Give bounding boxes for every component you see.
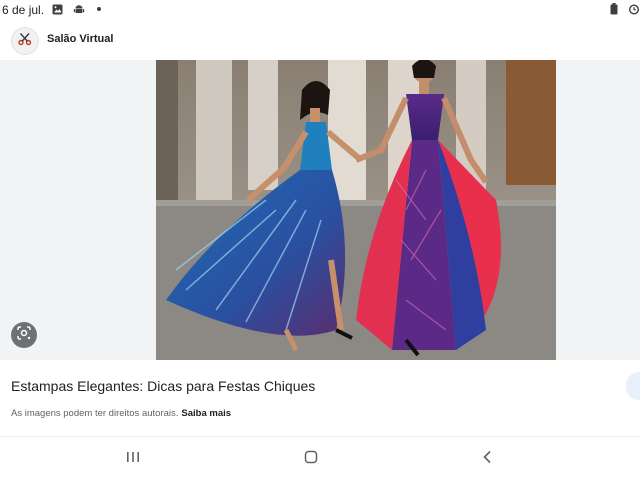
image-icon: [51, 3, 63, 15]
site-header: Salão Virtual: [0, 24, 640, 58]
status-icons-right: [608, 3, 640, 15]
page-title[interactable]: Estampas Elegantes: Dicas para Festas Ch…: [11, 378, 315, 394]
scissors-icon: [17, 31, 33, 52]
featured-image[interactable]: [156, 60, 556, 360]
dot-icon: [97, 7, 101, 11]
home-button[interactable]: [296, 447, 326, 471]
learn-more-link[interactable]: Saiba mais: [181, 408, 231, 419]
recents-button[interactable]: [118, 447, 148, 471]
lens-icon: [16, 325, 32, 346]
status-bar: 6 de jul.: [0, 0, 640, 20]
copyright-text: As imagens podem ter direitos autorais.: [11, 408, 179, 419]
android-icon: [73, 3, 85, 15]
recents-icon: [126, 450, 140, 468]
status-icons-left: [51, 3, 101, 15]
site-logo[interactable]: [11, 27, 39, 55]
copyright-note: As imagens podem ter direitos autorais. S…: [11, 408, 231, 419]
image-caption: Estampas Elegantes: Dicas para Festas Ch…: [0, 360, 640, 436]
image-viewer: [0, 60, 640, 360]
home-icon: [304, 450, 318, 469]
alarm-icon: [628, 3, 640, 15]
nav-bar: [0, 437, 640, 480]
lens-button[interactable]: [11, 322, 37, 348]
back-button[interactable]: [472, 447, 502, 471]
status-time: 6 de jul.: [2, 3, 45, 17]
battery-icon: [608, 3, 620, 15]
back-icon: [482, 450, 492, 469]
visit-chip[interactable]: [626, 372, 640, 400]
site-name[interactable]: Salão Virtual: [47, 33, 113, 45]
